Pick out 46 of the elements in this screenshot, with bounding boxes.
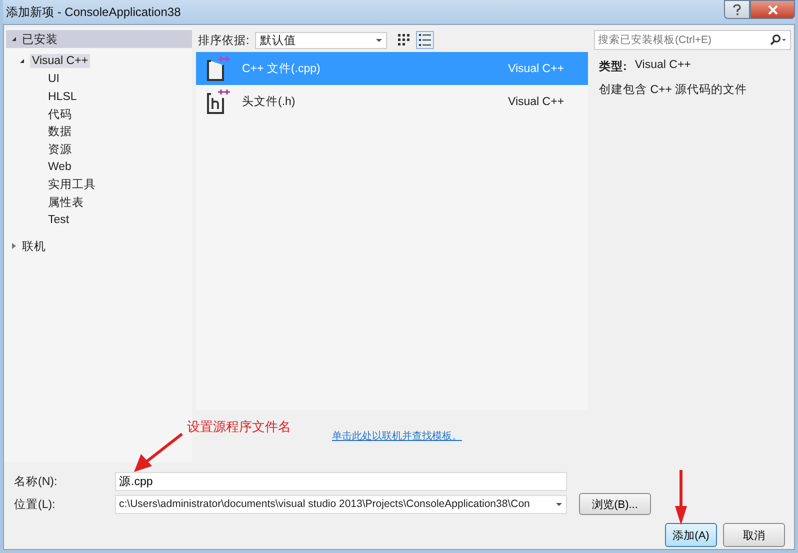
tree-section-item[interactable]: 已安装 [22, 32, 58, 46]
location-dropdown[interactable]: c:\Users\administrator\documents\visual studio 2013\Projects\ConsoleApplication38\Con [115, 494, 567, 514]
close-button[interactable] [750, 0, 795, 19]
tree-section-item[interactable]: 联机 [22, 238, 46, 254]
online-templates-link[interactable]: 单击此处以联机并查找模板。 [332, 429, 462, 443]
annotation-arrow [675, 468, 687, 526]
cancel-button[interactable]: 取消 [723, 523, 785, 547]
sort-label: 排序依据: [198, 33, 250, 48]
list-view-button[interactable] [416, 31, 434, 49]
close-icon [768, 4, 778, 14]
template-description: 创建包含 C++ 源代码的文件 [599, 82, 748, 97]
name-field[interactable]: 源.cpp [115, 472, 567, 490]
tree-item[interactable]: UI [48, 72, 60, 85]
annotation-arrow [132, 432, 184, 474]
question-mark-icon [732, 4, 742, 16]
tree-item[interactable]: 实用工具 [48, 177, 96, 192]
expanded-triangle-icon[interactable] [12, 37, 16, 41]
name-label: 名称(N): [14, 474, 58, 488]
template-item[interactable]: 头文件(.h) Visual C++ [196, 85, 588, 118]
collapsed-triangle-icon[interactable] [12, 243, 16, 250]
grid-icon [398, 34, 410, 46]
type-value: Visual C++ [634, 59, 691, 73]
browse-button[interactable]: 浏览(B)... [579, 493, 651, 515]
tree-item[interactable]: Test [48, 214, 70, 226]
tree-item[interactable]: Visual C++ [30, 54, 90, 68]
sort-dropdown[interactable]: 默认值 [255, 32, 388, 48]
annotation-text: 设置源程序文件名 [187, 418, 291, 436]
list-icon [419, 34, 432, 46]
help-button[interactable] [724, 0, 750, 19]
caret-icon [556, 502, 562, 506]
window-title: 添加新项 - ConsoleApplication38 [6, 4, 181, 20]
type-label: 类型: [599, 59, 627, 74]
tree-item[interactable]: 数据 [48, 124, 72, 140]
header-file-icon [206, 88, 230, 114]
caret-icon [376, 38, 382, 42]
search-field[interactable]: 搜索已安装模板(Ctrl+E) [594, 30, 791, 50]
tree-item[interactable]: HLSL [48, 90, 77, 103]
expanded-triangle-icon[interactable] [20, 59, 24, 63]
tree-item[interactable]: 属性表 [48, 195, 84, 210]
tree-item[interactable]: 代码 [48, 106, 72, 122]
tree-item[interactable]: 资源 [48, 142, 72, 158]
add-button[interactable]: 添加(A) [665, 523, 717, 547]
cpp-file-icon [206, 56, 230, 82]
search-icon [769, 34, 787, 46]
location-label: 位置(L): [14, 498, 56, 512]
tree-item[interactable]: Web [48, 161, 72, 174]
